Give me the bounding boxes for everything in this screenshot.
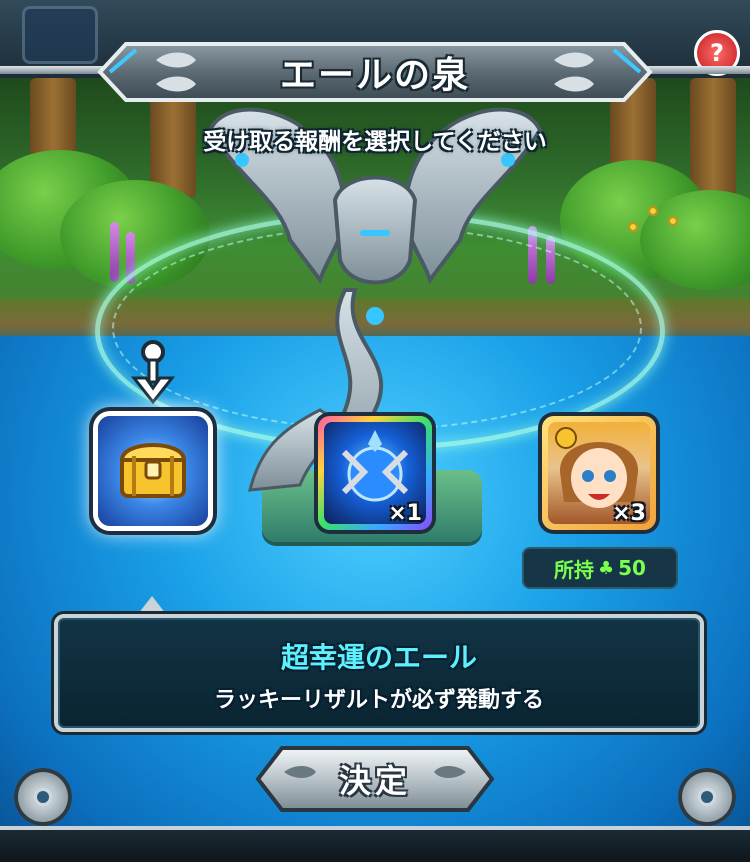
owned-count: 50	[618, 556, 646, 580]
confirm-button-label: 決定	[338, 762, 411, 800]
flower	[628, 222, 638, 232]
reward-description: ラッキーリザルトが必ず発動する	[213, 688, 544, 713]
reward-info-panel: 超幸運のエール ラッキーリザルトが必ず発動する	[54, 614, 704, 732]
confirm-button[interactable]: 決定	[254, 744, 496, 814]
owned-count-badge: 所持 ♣ 50	[522, 547, 678, 589]
page-title: エールの泉	[279, 55, 470, 96]
flower	[668, 216, 678, 226]
flower	[648, 206, 658, 216]
corner-ornament-left	[14, 768, 72, 826]
reward-option-character[interactable]: ×3	[542, 416, 656, 530]
reward-quantity: ×3	[612, 501, 646, 526]
owned-label: 所持	[554, 557, 594, 582]
clover-icon: ♣	[598, 557, 615, 579]
selection-arrow-icon	[130, 340, 176, 405]
lavender-plant	[110, 222, 119, 282]
reward-name: 超幸運のエール	[280, 641, 477, 674]
menu-icon	[22, 6, 98, 64]
reward-option-chest[interactable]	[98, 416, 208, 526]
scene: ? エールの泉 受け取る報酬を選択してください ×1 ×3 所持 ♣ 50 超幸…	[0, 0, 750, 862]
frame-bottom-border	[0, 826, 750, 862]
instruction-text: 受け取る報酬を選択してください	[203, 129, 547, 155]
corner-ornament-right	[678, 768, 736, 826]
reward-option-orb[interactable]: ×1	[318, 416, 432, 530]
treasure-chest-icon	[119, 443, 187, 498]
info-pointer	[138, 596, 166, 614]
reward-quantity: ×1	[388, 501, 422, 526]
